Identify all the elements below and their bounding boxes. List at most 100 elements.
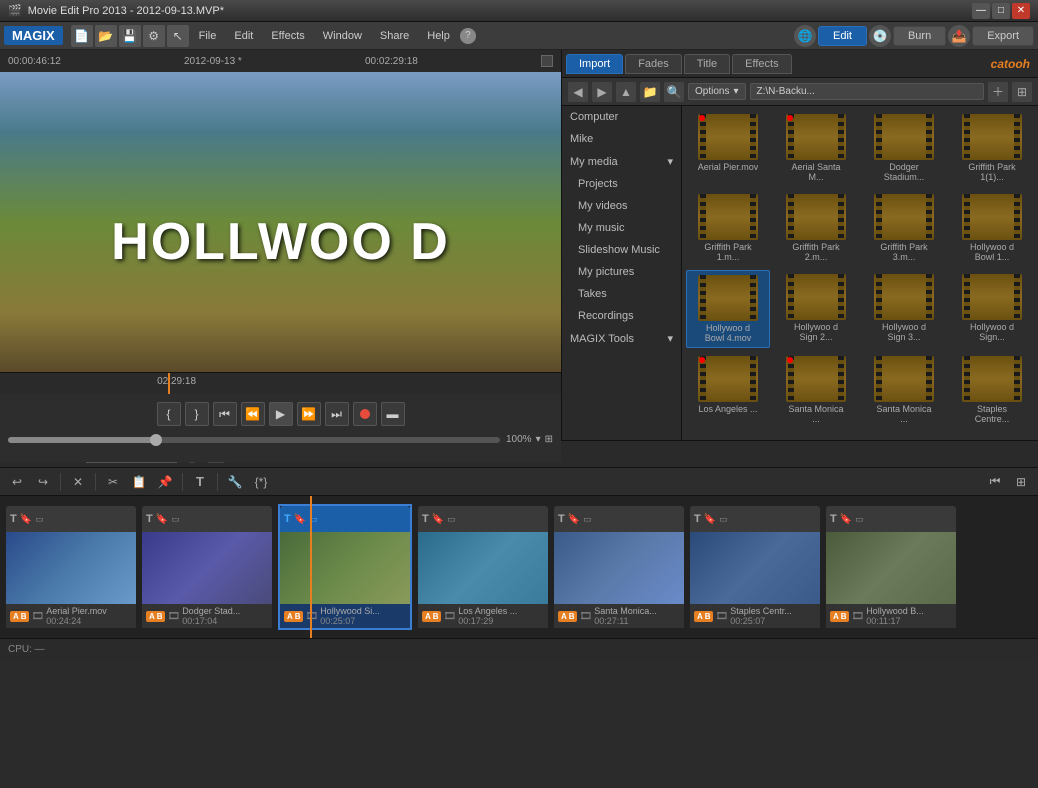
- text-button[interactable]: T: [189, 471, 211, 493]
- progress-fill: [8, 437, 156, 443]
- mb-up-button[interactable]: ▲: [616, 82, 636, 102]
- tab-effects[interactable]: Effects: [732, 54, 791, 74]
- redo-button[interactable]: ↪: [32, 471, 54, 493]
- new-button[interactable]: 📄: [71, 25, 93, 47]
- menu-effects[interactable]: Effects: [263, 27, 312, 45]
- preview-timeline-bar[interactable]: 02:29:18: [0, 372, 561, 394]
- ab-badge: A B: [284, 611, 303, 622]
- sidebar-item-projects[interactable]: Projects: [562, 173, 681, 195]
- progress-thumb[interactable]: [150, 434, 162, 446]
- file-item[interactable]: Griffith Park 1.m...: [686, 190, 770, 266]
- statusbar: CPU: —: [0, 638, 1038, 660]
- mode-edit-button[interactable]: Edit: [818, 26, 867, 46]
- delete-button[interactable]: ✕: [67, 471, 89, 493]
- sidebar-item-computer[interactable]: Computer: [562, 106, 681, 128]
- menu-edit[interactable]: Edit: [226, 27, 261, 45]
- prev-button[interactable]: ⏪: [241, 402, 265, 426]
- sidebar-item-my-media[interactable]: My media▾: [562, 150, 681, 173]
- clip-santa-monica[interactable]: T 🔖 ▭ A B 🎞 Santa Monica... 00:27:11: [554, 506, 684, 628]
- zoom-expand-icon[interactable]: ⊞: [545, 434, 553, 445]
- play-button[interactable]: ▶: [269, 402, 293, 426]
- clip-staples-centre[interactable]: T 🔖 ▭ A B 🎞 Staples Centr... 00:25:07: [690, 506, 820, 628]
- mb-folder-button[interactable]: 📁: [640, 82, 660, 102]
- file-item[interactable]: Griffith Park 3.m...: [862, 190, 946, 266]
- effects-button[interactable]: 🔧: [224, 471, 246, 493]
- sidebar-item-my-music[interactable]: My music: [562, 217, 681, 239]
- tab-title[interactable]: Title: [684, 54, 730, 74]
- tab-import[interactable]: Import: [566, 54, 623, 74]
- record-button[interactable]: [353, 402, 377, 426]
- zoom-dropdown-icon[interactable]: ▾: [536, 434, 541, 445]
- mode-burn-button[interactable]: Burn: [893, 26, 946, 46]
- settings-button[interactable]: ⚙: [143, 25, 165, 47]
- sidebar-item-magix-tools[interactable]: MAGIX Tools▾: [562, 327, 681, 350]
- sidebar-item-slideshow-music[interactable]: Slideshow Music: [562, 239, 681, 261]
- file-item[interactable]: Hollywoo d Sign 3...: [862, 270, 946, 348]
- mb-forward-button[interactable]: ▶: [592, 82, 612, 102]
- minimize-button[interactable]: —: [972, 3, 990, 19]
- file-item[interactable]: Dodger Stadium...: [862, 110, 946, 186]
- menu-window[interactable]: Window: [315, 27, 370, 45]
- clip-hollywood-sign[interactable]: T 🔖 ▭ A B 🎞 Hollywood Si... 00:25:07: [278, 504, 412, 630]
- clip-title-icon: T: [422, 513, 429, 525]
- mode-export-button[interactable]: Export: [972, 26, 1034, 46]
- close-button[interactable]: ✕: [1012, 3, 1030, 19]
- clip-hollywood-bowl[interactable]: T 🔖 ▭ A B 🎞 Hollywood B... 00:11:17: [826, 506, 956, 628]
- file-item[interactable]: Los Angeles ...: [686, 352, 770, 428]
- file-item[interactable]: Hollywoo d Bowl 1...: [950, 190, 1034, 266]
- mb-back-button[interactable]: ◀: [568, 82, 588, 102]
- separator: [60, 473, 61, 491]
- sidebar-item-recordings[interactable]: Recordings: [562, 305, 681, 327]
- undo-button[interactable]: ↩: [6, 471, 28, 493]
- preview-time-total: 00:02:29:18: [365, 56, 418, 67]
- clip-los-angeles[interactable]: T 🔖 ▭ A B 🎞 Los Angeles ... 00:17:29: [418, 506, 548, 628]
- cursor-button[interactable]: ↖: [167, 25, 189, 47]
- help-icon-button[interactable]: ?: [460, 28, 476, 44]
- mb-search-button[interactable]: 🔍: [664, 82, 684, 102]
- sidebar-item-my-pictures[interactable]: My pictures: [562, 261, 681, 283]
- transitions-button[interactable]: {*}: [250, 471, 272, 493]
- set-out-button[interactable]: }: [185, 402, 209, 426]
- copy-button[interactable]: 📋: [128, 471, 150, 493]
- fullscreen-button[interactable]: ▬: [381, 402, 405, 426]
- save-button[interactable]: 💾: [119, 25, 141, 47]
- prev-frame-button[interactable]: ⏮: [213, 402, 237, 426]
- file-name: Hollywoo d Bowl 4.mov: [697, 323, 759, 343]
- file-item[interactable]: Aerial Pier.mov: [686, 110, 770, 186]
- menu-share[interactable]: Share: [372, 27, 417, 45]
- sidebar-item-takes[interactable]: Takes: [562, 283, 681, 305]
- tab-fades[interactable]: Fades: [625, 54, 682, 74]
- file-item[interactable]: Aerial Santa M...: [774, 110, 858, 186]
- file-item[interactable]: Griffith Park 2.m...: [774, 190, 858, 266]
- progress-bar[interactable]: [8, 437, 500, 443]
- next-frame-button[interactable]: ⏭: [325, 402, 349, 426]
- mb-options-dropdown[interactable]: Options ▾: [688, 83, 746, 100]
- clip-aerial-pier[interactable]: T 🔖 ▭ A B 🎞 Aerial Pier.mov 00:24:24: [6, 506, 136, 628]
- file-item[interactable]: Santa Monica ...: [774, 352, 858, 428]
- file-item[interactable]: Griffith Park 1(1)...: [950, 110, 1034, 186]
- ab-badge: A B: [10, 611, 29, 622]
- file-item[interactable]: Staples Centre...: [950, 352, 1034, 428]
- menu-help[interactable]: Help: [419, 27, 458, 45]
- cut-button[interactable]: ✂: [102, 471, 124, 493]
- maximize-button[interactable]: □: [992, 3, 1010, 19]
- next-button[interactable]: ⏩: [297, 402, 321, 426]
- timeline-clips-area[interactable]: T 🔖 ▭ A B 🎞 Aerial Pier.mov 00:24:24: [0, 496, 1038, 638]
- file-item[interactable]: Hollywoo d Sign...: [950, 270, 1034, 348]
- set-in-button[interactable]: {: [157, 402, 181, 426]
- timeline-settings-button[interactable]: ⊞: [1010, 471, 1032, 493]
- menu-file[interactable]: File: [191, 27, 225, 45]
- mb-add-button[interactable]: ＋: [988, 82, 1008, 102]
- file-item[interactable]: Hollywoo d Sign 2...: [774, 270, 858, 348]
- paste-button[interactable]: 📌: [154, 471, 176, 493]
- open-button[interactable]: 📂: [95, 25, 117, 47]
- sidebar-item-mike[interactable]: Mike: [562, 128, 681, 150]
- mb-grid-button[interactable]: ⊞: [1012, 82, 1032, 102]
- clip-dodger-stadium[interactable]: T 🔖 ▭ A B 🎞 Dodger Stad... 00:17:04: [142, 506, 272, 628]
- file-item-selected[interactable]: Hollywoo d Bowl 4.mov: [686, 270, 770, 348]
- sidebar-item-my-videos[interactable]: My videos: [562, 195, 681, 217]
- preview-collapse-button[interactable]: [541, 55, 553, 67]
- file-item[interactable]: Santa Monica ...: [862, 352, 946, 428]
- skip-start-button[interactable]: ⏮: [984, 471, 1006, 493]
- clip-time: 00:25:07: [730, 616, 816, 626]
